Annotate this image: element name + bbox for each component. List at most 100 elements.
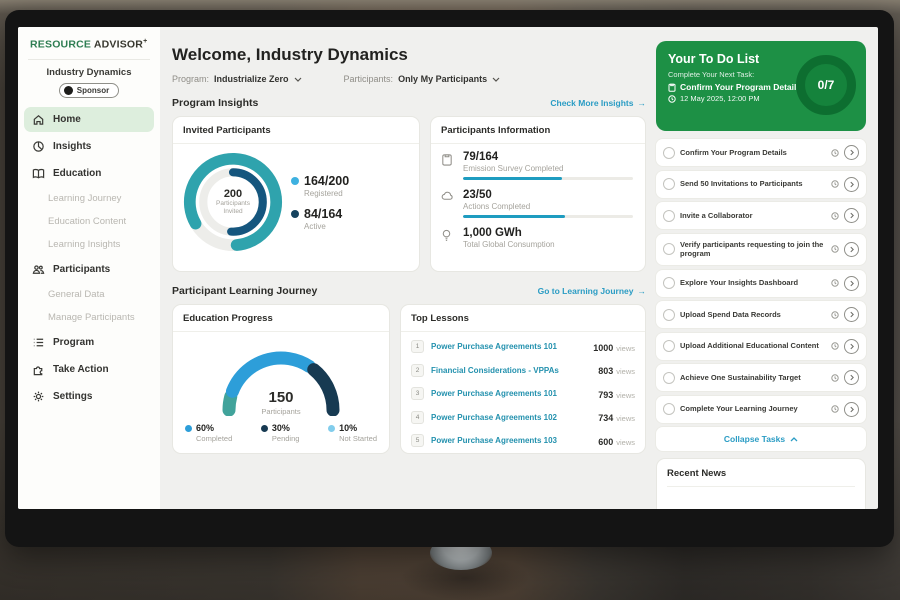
views-suffix: views [616,367,635,376]
sidebar-item-label: Participants [53,264,110,275]
task-go-button[interactable] [844,208,859,223]
lesson-views: 600 [598,437,613,447]
task-item-confirm-program[interactable]: Confirm Your Program Details [656,139,866,166]
task-item-achieve-sustainability-target[interactable]: Achieve One Sustainability Target [656,364,866,391]
task-go-button[interactable] [844,370,859,385]
sidebar-item-education-content[interactable]: Education Content [18,210,160,233]
task-go-button[interactable] [844,339,859,354]
lesson-link[interactable]: Power Purchase Agreements 103 [431,436,591,445]
lesson-link[interactable]: Power Purchase Agreements 101 [431,389,591,398]
task-item-upload-educational-content[interactable]: Upload Additional Educational Content [656,333,866,360]
task-go-button[interactable] [844,177,859,192]
sidebar-item-learning-journey[interactable]: Learning Journey [18,187,160,210]
sidebar-item-take-action[interactable]: Take Action [24,357,154,382]
task-item-complete-learning-journey[interactable]: Complete Your Learning Journey [656,396,866,423]
take-action-icon [32,363,45,376]
views-suffix: views [616,414,635,423]
progress-track [463,177,633,180]
sidebar-item-settings[interactable]: Settings [24,384,154,409]
recent-news-divider [667,486,855,487]
arrow-right-icon: → [638,286,647,296]
todo-time-label: 12 May 2025, 12:00 PM [680,94,760,103]
task-go-button[interactable] [844,402,859,417]
program-filter[interactable]: Program: Industrialize Zero [172,74,302,84]
todo-next-task-label: Confirm Your Program Details [680,82,801,92]
task-checkbox[interactable] [663,340,675,352]
education-gauge-chart: 150 Participants [211,338,351,416]
clock-icon [831,180,839,188]
task-item-upload-spend-data[interactable]: Upload Spend Data Records [656,301,866,328]
lesson-row: 3 Power Purchase Agreements 101 793views [401,382,645,406]
task-item-invite-collaborator[interactable]: Invite a Collaborator [656,202,866,229]
gauge-center-value: 150 [211,389,351,406]
todo-progress-ring: 0/7 [796,55,856,115]
todo-panel: Your To Do List Complete Your Next Task:… [656,37,866,509]
check-more-insights-link[interactable]: Check More Insights → [550,98,646,108]
stat-label: Total Global Consumption [463,240,633,249]
sidebar-item-general-data[interactable]: General Data [18,283,160,306]
lesson-row: 5 Power Purchase Agreements 103 600views [401,429,645,453]
sidebar-item-education[interactable]: Education [24,161,154,186]
task-item-verify-participants[interactable]: Verify participants requesting to join t… [656,234,866,266]
clock-icon [668,95,676,103]
invited-participants-card: Invited Participants 200 Partic [172,116,420,272]
sidebar-item-learning-insights[interactable]: Learning Insights [18,233,160,256]
sponsor-icon [64,86,73,95]
task-go-button[interactable] [844,242,859,257]
lesson-link[interactable]: Power Purchase Agreements 102 [431,413,591,422]
sidebar-item-participants[interactable]: Participants [24,257,154,282]
legend-item-pending: 30% Pending [261,423,300,443]
dashboard-screen: RESOURCE ADVISOR+ Industry Dynamics Spon… [18,27,878,509]
org-name: Industry Dynamics [18,67,160,78]
lesson-link[interactable]: Financial Considerations - VPPAs [431,366,591,375]
task-checkbox[interactable] [663,403,675,415]
sidebar-item-home[interactable]: Home [24,107,154,132]
clipboard-icon [668,83,676,92]
go-to-learning-journey-link[interactable]: Go to Learning Journey → [538,286,646,296]
task-item-explore-insights[interactable]: Explore Your Insights Dashboard [656,270,866,297]
top-lessons-card: Top Lessons 1 Power Purchase Agreements … [400,304,646,454]
card-title: Top Lessons [401,305,645,332]
lesson-link[interactable]: Power Purchase Agreements 101 [431,342,586,351]
collapse-tasks-button[interactable]: Collapse Tasks [656,427,866,451]
task-go-button[interactable] [844,307,859,322]
sidebar-item-program[interactable]: Program [24,330,154,355]
task-go-button[interactable] [844,276,859,291]
legend-dot [185,425,192,432]
sidebar-item-label: Home [53,114,81,125]
clock-icon [831,149,839,157]
task-checkbox[interactable] [663,309,675,321]
sponsor-badge[interactable]: Sponsor [59,83,119,98]
progress-fill [463,215,565,218]
legend-percent: 60% [196,423,214,433]
task-label: Invite a Collaborator [680,211,826,221]
task-checkbox[interactable] [663,147,675,159]
survey-icon [441,151,454,180]
task-label: Send 50 Invitations to Participants [680,179,826,189]
gauge-segment [232,358,309,391]
task-checkbox[interactable] [663,210,675,222]
participants-filter[interactable]: Participants: Only My Participants [344,74,501,84]
lesson-rank-badge: 3 [411,387,424,400]
legend-value: 84/164 [304,207,342,221]
task-checkbox[interactable] [663,277,675,289]
sidebar-item-insights[interactable]: Insights [24,134,154,159]
collapse-tasks-label: Collapse Tasks [724,434,785,444]
gauge-center-label: 150 Participants [211,389,351,416]
task-go-button[interactable] [844,145,859,160]
todo-task-list: Confirm Your Program Details Send 50 Inv… [656,139,866,451]
sidebar-item-manage-participants[interactable]: Manage Participants [18,306,160,329]
card-title: Education Progress [173,305,389,332]
sidebar-item-label: Insights [53,141,91,152]
task-checkbox[interactable] [663,178,675,190]
task-checkbox[interactable] [663,372,675,384]
task-checkbox[interactable] [663,243,675,255]
stat-label: Emission Survey Completed [463,164,633,173]
task-item-send-invitations[interactable]: Send 50 Invitations to Participants [656,171,866,198]
program-icon [32,336,45,349]
task-label: Confirm Your Program Details [680,148,826,158]
program-filter-value: Industrialize Zero [214,74,289,84]
legend-label: Registered [304,189,349,198]
donut-legend: 164/200 Registered 84/164 Active [291,165,349,240]
link-label: Check More Insights [550,98,633,108]
